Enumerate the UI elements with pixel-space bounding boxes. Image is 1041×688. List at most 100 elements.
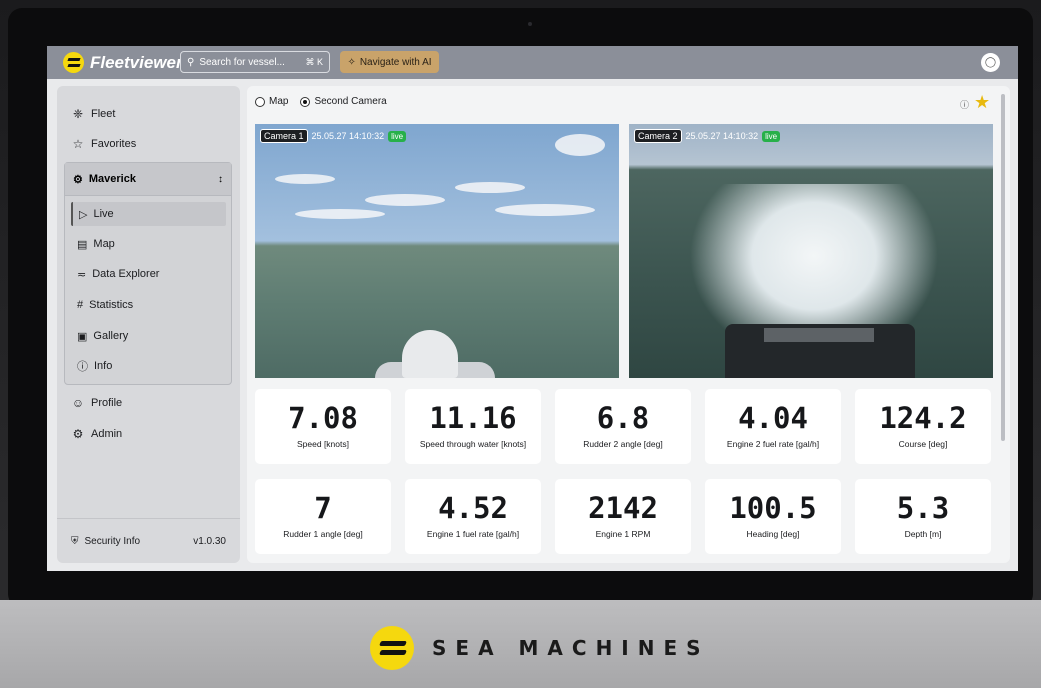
shield-icon: ⛨ [71,535,79,547]
cloud [365,194,445,206]
search-placeholder: Search for vessel... [199,56,285,68]
cloud [275,174,335,184]
brand-logo-lockup: SEA MACHINES [370,626,710,670]
cloud [295,209,385,219]
sidebar-item-info[interactable]: ⓘ Info [71,354,226,378]
sidebar-item-label: Statistics [89,299,134,311]
main-panel: Map Second Camera ⓘ ★ Camera 1 25.05.27 … [247,86,1010,563]
sidebar-item-live[interactable]: ▷ Live [71,202,226,226]
vessel-name: Maverick [88,173,136,185]
metric-card-engine-1-rpm: 2142 Engine 1 RPM [555,479,691,554]
metric-label: Course [deg] [898,439,948,449]
metric-value: 100.5 [729,491,817,525]
sidebar-item-favorites[interactable]: ☆ Favorites [71,135,137,153]
metric-label: Speed [knots] [297,439,349,449]
radio-circle [255,96,265,107]
metric-label: Engine 2 fuel rate [gal/h] [726,439,820,449]
brand-name: SEA MACHINES [432,636,710,660]
cloud [555,134,605,156]
sidebar: ❈ Fleet ☆ Favorites ⚙ Maverick ↕ ▷ Live … [57,86,240,563]
view-mode-selector: Map Second Camera [255,96,387,107]
live-badge: live [762,130,781,142]
vessel-icon: ⚙ [73,173,83,186]
laptop-device: SEA MACHINES Fleetviewer ⚲ Search for ve… [0,0,1041,688]
webcam [528,22,532,26]
sidebar-item-gallery[interactable]: ▣ Gallery [71,324,226,348]
stern-grille [764,328,874,342]
security-info-link[interactable]: Security Info [85,536,141,547]
radio-second-camera[interactable]: Second Camera [300,96,387,107]
sidebar-item-label: Data Explorer [92,268,160,280]
sidebar-item-label: Live [93,208,114,220]
sidebar-item-data-explorer[interactable]: ≂ Data Explorer [71,262,226,286]
radio-map[interactable]: Map [255,96,288,107]
metric-card-heading: 100.5 Heading [deg] [705,479,841,554]
metric-label: Depth [m] [904,529,942,539]
metric-value: 4.04 [738,401,808,435]
metric-label: Engine 1 RPM [595,529,651,539]
camera-1-feed[interactable]: Camera 1 25.05.27 14:10:32 live [255,124,619,378]
metric-label: Rudder 1 angle [deg] [283,529,363,539]
radio-label: Map [269,96,289,107]
sidebar-footer: ⛨ Security Info v1.0.30 [57,518,240,563]
user-avatar[interactable]: ◯ [981,53,1000,72]
sidebar-item-profile[interactable]: ☺ Profile [71,394,122,412]
camera-timestamp: 25.05.27 14:10:32 [311,131,385,141]
camera-2-feed[interactable]: Camera 2 25.05.27 14:10:32 live [629,124,993,378]
sparkle-icon: ✧ [347,56,356,68]
ai-button-label: Navigate with AI [359,56,432,68]
info-icon[interactable]: ⓘ [960,98,969,111]
app-screen: Fleetviewer ⚲ Search for vessel... ⌘ K ✧… [47,46,1018,571]
radio-label: Second Camera [314,96,387,107]
play-outline-icon: ▷ [79,208,88,221]
sidebar-item-label: Fleet [91,108,116,120]
info-icon: ⓘ [77,361,88,373]
gear-icon: ⚙ [72,427,84,441]
ship-wheel-icon: ❈ [72,107,84,121]
cloud [455,182,525,193]
metric-value: 11.16 [429,401,517,435]
sidebar-item-statistics[interactable]: # Statistics [71,293,226,317]
hash-icon: # [77,299,84,311]
chevron-up-down-icon: ↕ [218,173,223,185]
sidebar-item-fleet[interactable]: ❈ Fleet [71,105,116,123]
sidebar-item-label: Admin [91,428,123,440]
map-icon: ▤ [77,238,88,251]
user-icon: ☺ [71,396,85,410]
radar-dome [402,330,458,378]
metric-card-course: 124.2 Course [deg] [855,389,991,464]
metric-card-speed: 7.08 Speed [knots] [255,389,391,464]
search-icon: ⚲ [187,56,195,68]
vessel-selector[interactable]: ⚙ Maverick ↕ [65,163,231,196]
camera-label: Camera 2 25.05.27 14:10:32 live [634,129,781,143]
fleetviewer-logo-icon [63,52,84,73]
scrollbar[interactable] [1001,94,1005,441]
vessel-section: ⚙ Maverick ↕ ▷ Live ▤ Map ≂ Data Explore… [64,162,232,385]
camera-name: Camera 1 [260,129,308,143]
metric-card-rudder-2: 6.8 Rudder 2 angle [deg] [555,389,691,464]
metric-value: 7 [314,491,332,525]
top-bar: Fleetviewer ⚲ Search for vessel... ⌘ K ✧… [47,46,1018,79]
sidebar-item-label: Gallery [93,330,129,342]
user-icon: ◯ [984,57,997,68]
metric-value: 7.08 [288,401,358,435]
app-logo[interactable]: Fleetviewer [63,52,183,73]
sidebar-item-label: Map [93,238,115,250]
favorite-star-icon[interactable]: ★ [974,92,990,113]
sidebar-item-map[interactable]: ▤ Map [71,232,226,256]
metric-value: 2142 [588,491,658,525]
version-label: v1.0.30 [193,535,226,547]
metric-card-speed-through-water: 11.16 Speed through water [knots] [405,389,541,464]
camera-timestamp: 25.05.27 14:10:32 [685,131,759,141]
search-input[interactable]: ⚲ Search for vessel... ⌘ K [180,51,330,73]
sidebar-item-label: Info [94,360,113,372]
radio-circle-selected [300,96,311,107]
sea-machines-logo-icon [370,626,414,670]
navigate-with-ai-button[interactable]: ✧ Navigate with AI [340,51,439,73]
search-shortcut: ⌘ K [305,56,323,67]
gallery-icon: ▣ [77,330,88,343]
sidebar-item-admin[interactable]: ⚙ Admin [71,425,123,443]
app-name: Fleetviewer [90,52,183,72]
metric-label: Speed through water [knots] [419,439,527,449]
metric-label: Heading [deg] [746,529,800,539]
